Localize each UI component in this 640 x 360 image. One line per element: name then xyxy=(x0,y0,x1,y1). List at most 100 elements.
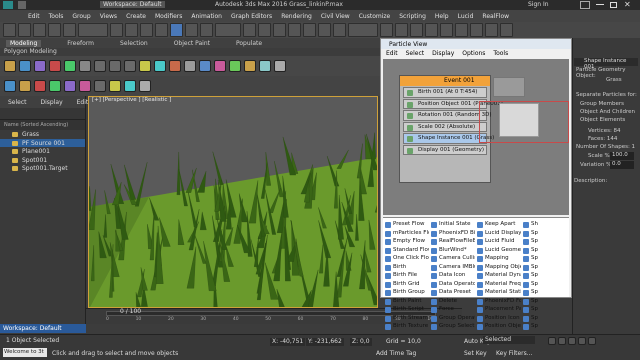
workspace-bar[interactable]: Workspace: Default xyxy=(0,324,86,333)
pv-menu-select[interactable]: Select xyxy=(406,50,425,57)
menu-graph-editors[interactable]: Graph Editors xyxy=(231,13,272,20)
mirror-button[interactable] xyxy=(380,23,393,37)
depot-item[interactable]: RealFlowFileBirth xyxy=(431,238,475,247)
depot-item[interactable]: Mapping xyxy=(477,255,521,264)
menu-modifiers[interactable]: Modifiers xyxy=(155,13,182,20)
align-button[interactable] xyxy=(395,23,408,37)
previous-frame-icon[interactable] xyxy=(558,337,566,345)
depot-item[interactable]: Standard Flow xyxy=(385,247,429,256)
depot-item[interactable]: Position Object xyxy=(477,323,521,332)
menu-edit[interactable]: Edit xyxy=(28,13,40,20)
particle-icon[interactable] xyxy=(214,60,226,72)
spacewarp-icon[interactable] xyxy=(184,60,196,72)
tab-object-paint[interactable]: Object Paint xyxy=(174,40,210,47)
depot-item[interactable]: Placement Paint xyxy=(477,306,521,315)
menu-customize[interactable]: Customize xyxy=(359,13,391,20)
maxscript-listener[interactable]: Welcome to 3t xyxy=(3,348,47,357)
operator-birth[interactable]: Birth 001 (At 0 T:454) xyxy=(403,87,487,98)
list-item[interactable]: Spot001.Target xyxy=(0,164,85,173)
depot-item[interactable]: Position Icon xyxy=(477,315,521,324)
geometry-object-button[interactable]: Grass xyxy=(606,77,622,83)
create-icon[interactable] xyxy=(4,60,16,72)
event-node[interactable]: Event 001 Birth 001 (At 0 T:454) Positio… xyxy=(399,75,503,183)
scene-explorer-toolbar[interactable] xyxy=(0,108,85,120)
go-to-end-icon[interactable] xyxy=(588,337,596,345)
spinner-snap-button[interactable] xyxy=(333,23,346,37)
utilities-icon[interactable] xyxy=(79,60,91,72)
tab-populate[interactable]: Populate xyxy=(236,40,262,47)
pivot-button[interactable] xyxy=(243,23,256,37)
link-button[interactable] xyxy=(33,23,46,37)
stop-icon[interactable] xyxy=(124,60,136,72)
depot-item[interactable]: Sp xyxy=(523,315,567,324)
depot-item[interactable]: Sp xyxy=(523,306,567,315)
redo-button[interactable] xyxy=(18,23,31,37)
tab-selection[interactable]: Selection xyxy=(120,40,148,47)
scale-spinner[interactable]: 100.0 xyxy=(610,152,634,160)
depot-item[interactable]: Sp xyxy=(523,298,567,307)
depot-item[interactable]: mParticles Flow xyxy=(385,230,429,239)
settings-icon[interactable] xyxy=(139,80,151,92)
snaps-toggle-button[interactable] xyxy=(288,23,301,37)
menu-scripting[interactable]: Scripting xyxy=(399,13,426,20)
layer-button[interactable] xyxy=(410,23,423,37)
depot-item[interactable]: PhoenixFD Birth xyxy=(431,230,475,239)
play-animation-icon[interactable] xyxy=(568,337,576,345)
depot-item[interactable]: Sp xyxy=(523,230,567,239)
menu-views[interactable]: Views xyxy=(100,13,117,20)
group-members-checkbox[interactable]: Group Members xyxy=(580,101,624,107)
depot-item[interactable]: Keep Apart xyxy=(477,221,521,230)
depot-item[interactable]: Lucid Fluid xyxy=(477,238,521,247)
undo-button[interactable] xyxy=(3,23,16,37)
scale-button[interactable] xyxy=(200,23,213,37)
polygon-modeling-label[interactable]: Polygon Modeling xyxy=(4,48,57,55)
list-item[interactable]: Grass xyxy=(0,130,85,139)
depot-item[interactable]: One Click Flow xyxy=(385,255,429,264)
helper-icon[interactable] xyxy=(169,60,181,72)
render-setup-button[interactable] xyxy=(470,23,483,37)
depot-item[interactable]: PhoenixFD Force xyxy=(477,298,521,307)
depot-item[interactable]: Sp xyxy=(523,255,567,264)
menu-tools[interactable]: Tools xyxy=(49,13,64,20)
scene-menu-display[interactable]: Display xyxy=(41,99,63,106)
depot-item[interactable]: Mapping Object xyxy=(477,264,521,273)
select-object-button[interactable] xyxy=(110,23,123,37)
depot-item[interactable]: Initial State xyxy=(431,221,475,230)
depot-item[interactable]: Lucid Geometry xyxy=(477,247,521,256)
selection-filter-dropdown[interactable] xyxy=(78,23,108,37)
select-manipulate-button[interactable] xyxy=(258,23,271,37)
depot-item[interactable]: Material Frequency xyxy=(477,281,521,290)
viewport-layout-icon[interactable] xyxy=(4,80,16,92)
depot-item[interactable]: Sp xyxy=(523,272,567,281)
depot-item[interactable]: Group Selection xyxy=(431,323,475,332)
move-button[interactable] xyxy=(170,23,183,37)
array-icon[interactable] xyxy=(34,80,46,92)
depot-item[interactable]: Birth Paint xyxy=(385,298,429,307)
operator-shape-instance[interactable]: Shape Instance 001 (Grass) xyxy=(403,133,494,144)
angle-snap-button[interactable] xyxy=(303,23,316,37)
app-logo-icon[interactable] xyxy=(3,1,13,9)
snapshot-icon[interactable] xyxy=(19,80,31,92)
depot-item[interactable]: Birth Texture xyxy=(385,323,429,332)
depot-item[interactable]: Empty Flow xyxy=(385,238,429,247)
depot-item[interactable]: Sp xyxy=(523,247,567,256)
z-coordinate-field[interactable]: Z: 0,0 xyxy=(350,338,372,346)
event-header[interactable]: Event 001 xyxy=(400,76,490,86)
depot-item[interactable]: Sh xyxy=(523,221,567,230)
key-filters-button[interactable]: Key Filters... xyxy=(496,350,533,357)
object-and-children-checkbox[interactable]: Object And Children xyxy=(580,109,635,115)
depot-item[interactable]: Birth Grid xyxy=(385,281,429,290)
menu-rendering[interactable]: Rendering xyxy=(281,13,312,20)
operator-rotation[interactable]: Rotation 001 (Random 3D) xyxy=(403,110,492,121)
depot-item[interactable]: Sp xyxy=(523,323,567,332)
menu-realflow[interactable]: RealFlow xyxy=(482,13,509,20)
key-set-dropdown[interactable]: Selected xyxy=(483,336,535,344)
undo-icon[interactable] xyxy=(18,1,26,9)
operator-scale[interactable]: Scale 002 (Absolute) xyxy=(403,121,487,132)
maximize-icon[interactable] xyxy=(610,2,617,8)
menu-create[interactable]: Create xyxy=(126,13,146,20)
depot-item[interactable]: Birth Group xyxy=(385,289,429,298)
play-back-icon[interactable] xyxy=(94,60,106,72)
depot-item[interactable]: Birth Script xyxy=(385,306,429,315)
unlink-button[interactable] xyxy=(48,23,61,37)
